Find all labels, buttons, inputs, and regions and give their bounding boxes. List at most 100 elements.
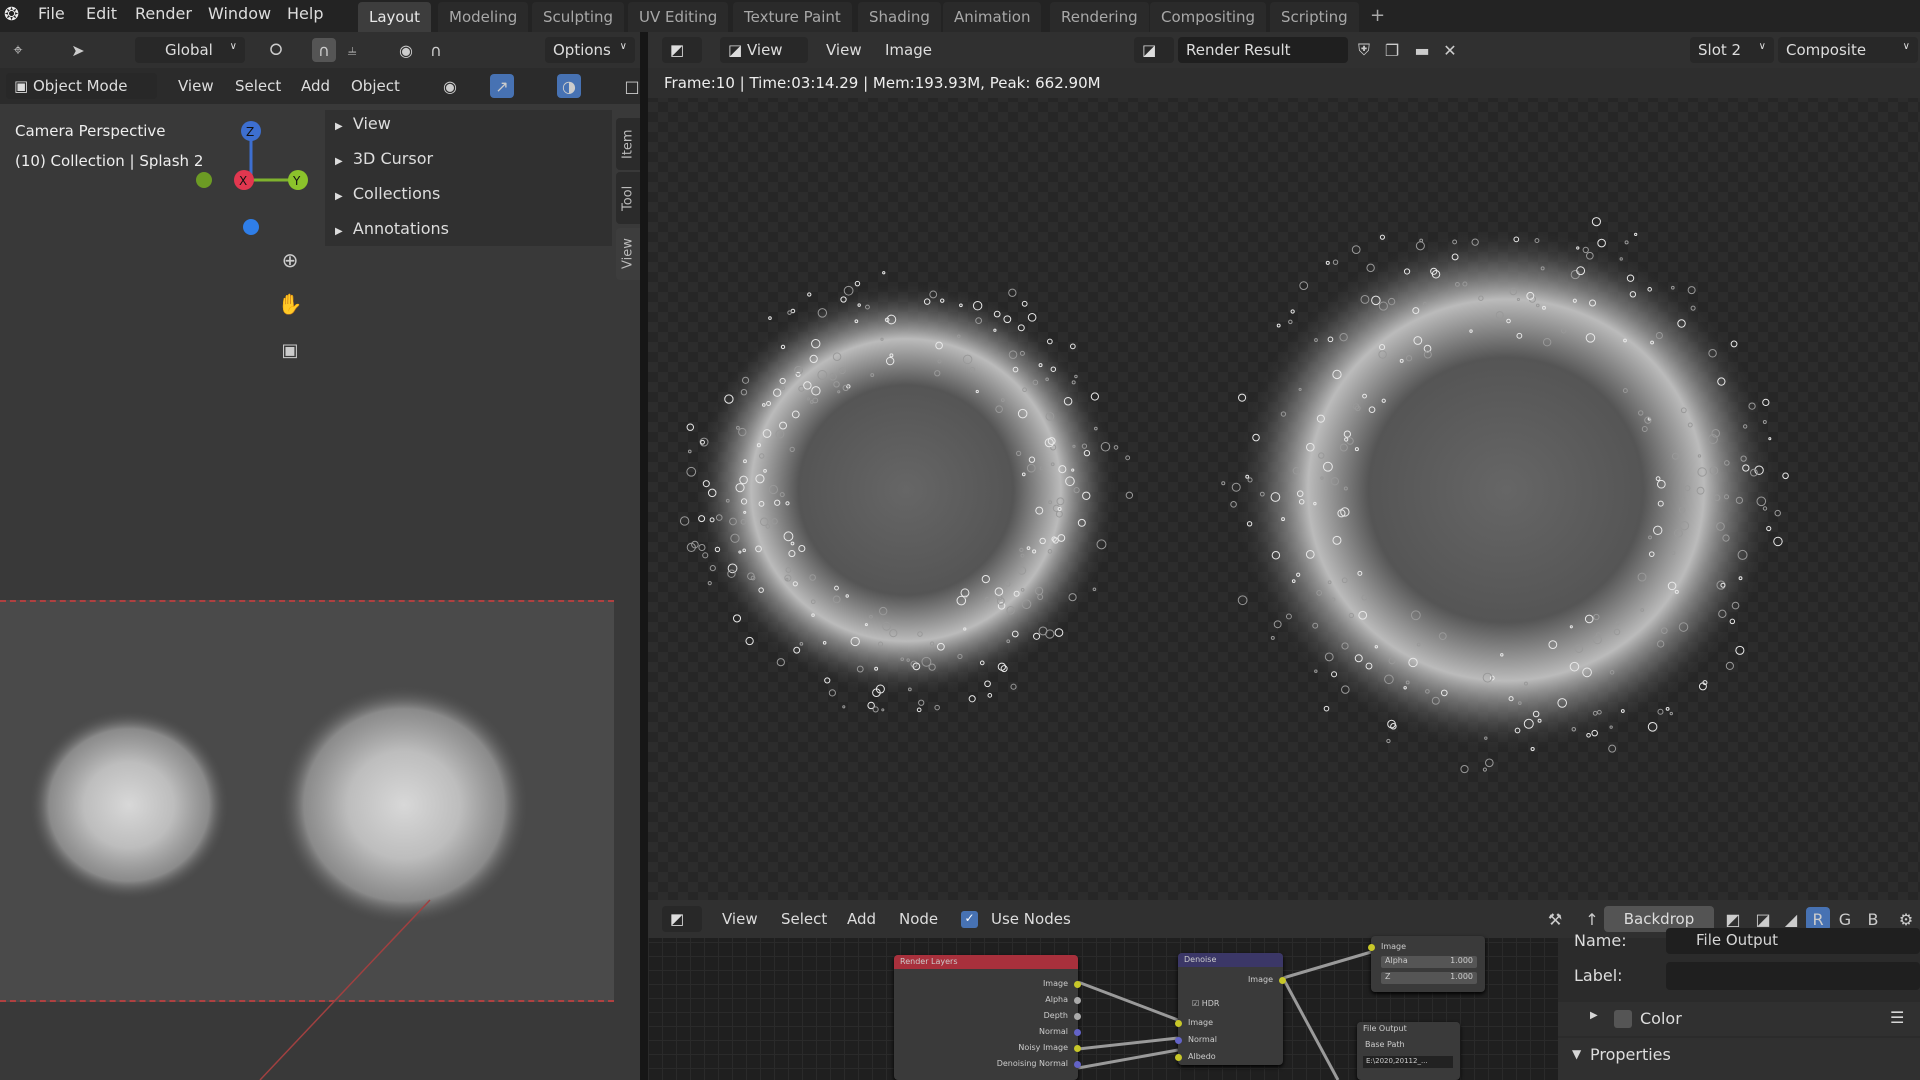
menu-select[interactable]: Select	[235, 77, 281, 95]
menu-edit[interactable]: Edit	[86, 4, 117, 23]
base-path-field[interactable]: E:\2020,20112_...	[1363, 1056, 1453, 1068]
socket-image-out: Image	[1247, 975, 1273, 984]
options-dropdown[interactable]: Options ∨	[545, 37, 635, 63]
slot-dropdown[interactable]: Slot 2 ∨	[1690, 37, 1774, 63]
properties-panel[interactable]: ▼ Properties	[1558, 1038, 1920, 1080]
browse-image-button[interactable]: ◪	[1134, 37, 1174, 63]
tab-shading[interactable]: Shading	[858, 2, 941, 32]
add-workspace-button[interactable]: +	[1364, 2, 1391, 32]
expand-arrow-icon: ▶	[335, 121, 343, 132]
file-output-node[interactable]: File Output Base Path E:\2020,20112_...	[1357, 1022, 1460, 1080]
3d-viewport[interactable]: ⌖ ➤ Global ∨ ⭘ ∩ ⫨ ◉ ∩ Options ∨ ▣ Objec…	[0, 32, 644, 1080]
move-tool-icon[interactable]: ➤	[66, 38, 90, 62]
overlay-toggle-icon[interactable]: ◑	[557, 74, 581, 98]
render-layers-node[interactable]: Render Layers Image Alpha Depth Normal N…	[894, 955, 1081, 1080]
proportional-edit-icon[interactable]: ◉	[394, 38, 418, 62]
viewport-header: ▣ Object Mode View Select Add Object ◉ ↗…	[0, 68, 644, 104]
socket-noisy-image: Noisy Image	[1018, 1043, 1068, 1052]
new-image-icon[interactable]: ❐	[1380, 38, 1404, 62]
name-value: File Output	[1696, 931, 1778, 949]
menu-help[interactable]: Help	[287, 4, 323, 23]
gizmo-toggle-icon[interactable]: ↗	[490, 74, 514, 98]
tab-rendering[interactable]: Rendering	[1050, 2, 1149, 32]
socket-image-in: Image	[1381, 942, 1407, 951]
snap-target-icon[interactable]: ⫨	[340, 38, 364, 62]
pan-hand-icon[interactable]: ✋	[278, 292, 303, 316]
blender-logo-icon[interactable]: ❂	[4, 4, 26, 26]
image-icon: ◪	[728, 41, 743, 59]
mode-dropdown[interactable]: ▣ Object Mode	[6, 73, 157, 99]
water-droplet	[1125, 491, 1134, 499]
color-panel-label: Color	[1640, 1009, 1682, 1028]
tab-item[interactable]: Item	[616, 118, 640, 170]
parent-node-tree-icon[interactable]: ↑	[1580, 907, 1604, 931]
open-folder-icon[interactable]: ▬	[1410, 38, 1434, 62]
hdr-checkbox[interactable]: ☑ HDR	[1192, 999, 1219, 1008]
pivot-icon[interactable]: ⭘	[264, 38, 288, 62]
panel-view[interactable]: ▶ View	[335, 114, 391, 133]
water-droplet	[828, 689, 836, 697]
presets-list-icon[interactable]: ☰	[1890, 1008, 1904, 1027]
camera-view-icon[interactable]: ▣	[278, 338, 302, 362]
composite-node[interactable]: Image Alpha 1.000 Z 1.000	[1368, 936, 1485, 992]
editor-type-dropdown[interactable]: ◩	[662, 37, 702, 63]
fake-user-shield-icon[interactable]: ⛨	[1352, 38, 1376, 62]
z-field[interactable]: Z 1.000	[1381, 972, 1477, 984]
water-droplet	[707, 581, 712, 586]
slot-label: Slot 2	[1698, 41, 1742, 59]
menu-object[interactable]: Object	[351, 77, 400, 95]
tab-modeling[interactable]: Modeling	[438, 2, 529, 32]
view-mode-dropdown[interactable]: ◪ View	[720, 37, 808, 63]
water-droplet	[1237, 595, 1248, 606]
water-droplet	[1021, 300, 1028, 307]
label-field[interactable]	[1666, 962, 1920, 990]
image-editor[interactable]: ◩ ◪ View View Image ◪ Render Result ⛨ ❐ …	[648, 32, 1920, 900]
color-panel[interactable]: ▶ Color ☰	[1558, 1002, 1920, 1036]
z-value: 1.000	[1450, 972, 1473, 981]
water-droplet	[745, 636, 754, 646]
menu-file[interactable]: File	[38, 4, 65, 23]
menu-view[interactable]: View	[826, 41, 862, 59]
tab-view[interactable]: View	[616, 228, 640, 280]
tab-compositing[interactable]: Compositing	[1150, 2, 1267, 32]
alpha-field[interactable]: Alpha 1.000	[1381, 956, 1477, 968]
name-field[interactable]: File Output	[1666, 928, 1920, 954]
object-mode-icon: ▣	[14, 77, 29, 95]
tab-texture-paint[interactable]: Texture Paint	[733, 2, 852, 32]
cursor-tool-icon[interactable]: ⌖	[6, 38, 30, 62]
gizmo-y-label: Y	[292, 174, 301, 188]
close-icon[interactable]: ✕	[1438, 38, 1462, 62]
area-divider[interactable]	[640, 32, 648, 1080]
tab-animation[interactable]: Animation	[943, 2, 1042, 32]
color-checkbox[interactable]	[1614, 1010, 1632, 1028]
water-droplet	[1725, 661, 1734, 670]
denoise-node[interactable]: Denoise Image ☑ HDR Image Normal Albedo	[1175, 953, 1286, 1065]
tab-uv-editing[interactable]: UV Editing	[628, 2, 729, 32]
water-droplet	[1276, 323, 1281, 328]
panel-annotations[interactable]: ▶ Annotations	[335, 219, 449, 238]
z-label: Z	[1385, 972, 1391, 981]
transform-orientation-dropdown[interactable]: Global ∨	[135, 37, 245, 63]
alpha-label: Alpha	[1385, 956, 1408, 965]
tab-tool[interactable]: Tool	[616, 172, 640, 224]
tab-sculpting[interactable]: Sculpting	[532, 2, 625, 32]
menu-add[interactable]: Add	[301, 77, 330, 95]
tab-scripting[interactable]: Scripting	[1270, 2, 1359, 32]
water-droplet	[1221, 481, 1226, 486]
falloff-icon[interactable]: ∩	[424, 38, 448, 62]
collapse-arrow-icon: ▼	[1572, 1047, 1582, 1061]
panel-3d-cursor[interactable]: ▶ 3D Cursor	[335, 149, 433, 168]
menu-view[interactable]: View	[178, 77, 214, 95]
menu-render[interactable]: Render	[135, 4, 192, 23]
tab-layout[interactable]: Layout	[358, 2, 431, 32]
panel-collections[interactable]: ▶ Collections	[335, 184, 440, 203]
menu-image[interactable]: Image	[885, 41, 932, 59]
menu-window[interactable]: Window	[208, 4, 271, 23]
layer-dropdown[interactable]: Composite ∨	[1778, 37, 1918, 63]
snap-icon[interactable]: ∩	[312, 38, 336, 62]
node-title: Denoise	[1184, 955, 1217, 964]
image-name-field[interactable]: Render Result	[1178, 37, 1348, 63]
visibility-icon[interactable]: ◉	[438, 74, 462, 98]
zoom-icon[interactable]: ⊕	[278, 248, 302, 272]
panel-label: Annotations	[352, 219, 449, 238]
